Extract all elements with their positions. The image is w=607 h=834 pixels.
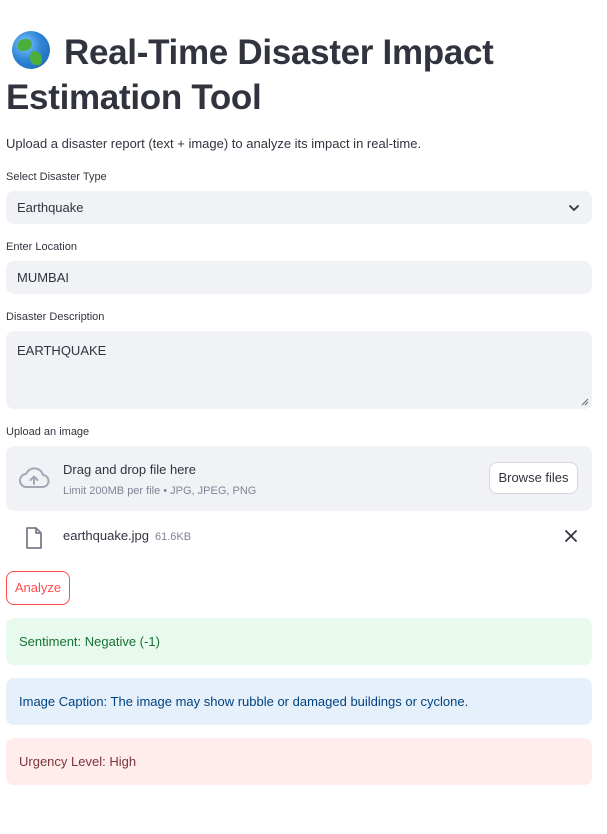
upload-label: Upload an image — [6, 426, 90, 438]
globe-icon — [12, 31, 50, 69]
location-label: Enter Location — [6, 241, 77, 253]
close-icon[interactable] — [564, 529, 578, 543]
file-dropzone[interactable]: Drag and drop file here Limit 200MB per … — [6, 446, 592, 511]
cloud-upload-icon — [19, 467, 50, 488]
description-value: EARTHQUAKE — [17, 343, 107, 358]
page-title: Real-Time Disaster Impact Estimation Too… — [6, 30, 596, 120]
disaster-type-select[interactable]: Earthquake — [6, 191, 592, 224]
urgency-alert: Urgency Level: High — [6, 738, 592, 785]
uploaded-file-row: earthquake.jpg 61.6KB — [6, 522, 592, 552]
dropzone-limit: Limit 200MB per file • JPG, JPEG, PNG — [63, 485, 257, 497]
page-title-text: Real-Time Disaster Impact Estimation Too… — [6, 33, 494, 117]
sentiment-alert: Sentiment: Negative (-1) — [6, 618, 592, 665]
page-subtitle: Upload a disaster report (text + image) … — [6, 136, 422, 151]
disaster-type-value: Earthquake — [17, 200, 84, 215]
caption-alert: Image Caption: The image may show rubble… — [6, 678, 592, 725]
disaster-type-label: Select Disaster Type — [6, 171, 107, 183]
file-icon — [26, 527, 42, 549]
location-input[interactable]: MUMBAI — [6, 261, 592, 294]
analyze-button[interactable]: Analyze — [6, 571, 70, 605]
chevron-down-icon — [569, 205, 579, 211]
description-label: Disaster Description — [6, 311, 105, 323]
uploaded-file-name: earthquake.jpg — [63, 528, 150, 543]
browse-files-button[interactable]: Browse files — [489, 462, 578, 494]
description-textarea[interactable]: EARTHQUAKE — [6, 331, 592, 409]
uploaded-file-size: 61.6KB — [155, 531, 192, 543]
resize-grip-icon[interactable] — [580, 397, 589, 406]
dropzone-title: Drag and drop file here — [63, 462, 196, 477]
